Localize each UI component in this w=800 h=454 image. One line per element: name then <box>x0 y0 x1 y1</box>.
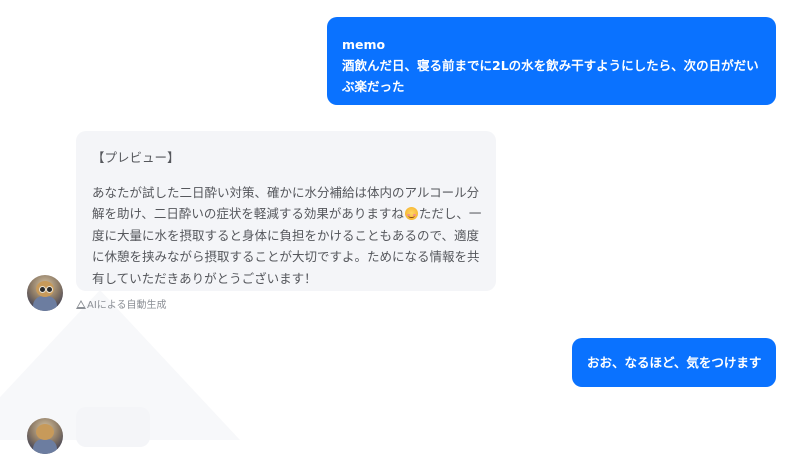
ai-generated-note-text: AIによる自動生成 <box>87 300 167 311</box>
memo-title: memo <box>342 37 386 52</box>
warning-triangle-icon <box>76 300 86 309</box>
avatar-body <box>33 296 57 311</box>
memo-body: 酒飲んだ日、寝る前までに2Lの水を飲み干すようにしたら、次の日がだいぶ楽だった <box>342 58 759 94</box>
ai-avatar[interactable] <box>27 275 63 311</box>
ai-preview-heading: 【プレビュー】 <box>92 150 180 165</box>
ai-preview-bubble: 【プレビュー】 あなたが試した二日酔い対策、確かに水分補給は体内のアルコール分解… <box>76 131 496 291</box>
ai-avatar-next[interactable] <box>27 418 63 454</box>
avatar-face <box>36 424 54 440</box>
avatar-body <box>33 439 57 454</box>
avatar-eye-left <box>39 286 46 293</box>
avatar-eye-right <box>46 286 53 293</box>
user-reply-text: おお、なるほど、気をつけます <box>587 355 762 370</box>
user-memo-bubble: memo 酒飲んだ日、寝る前までに2Lの水を飲み干すようにしたら、次の日がだいぶ… <box>327 17 776 105</box>
user-reply-bubble: おお、なるほど、気をつけます <box>572 338 776 387</box>
smiling-face-icon <box>404 207 418 220</box>
ai-next-bubble <box>76 407 150 447</box>
ai-generated-note: AIによる自動生成 <box>76 296 167 311</box>
ai-preview-body: あなたが試した二日酔い対策、確かに水分補給は体内のアルコール分解を助け、二日酔い… <box>92 182 486 290</box>
